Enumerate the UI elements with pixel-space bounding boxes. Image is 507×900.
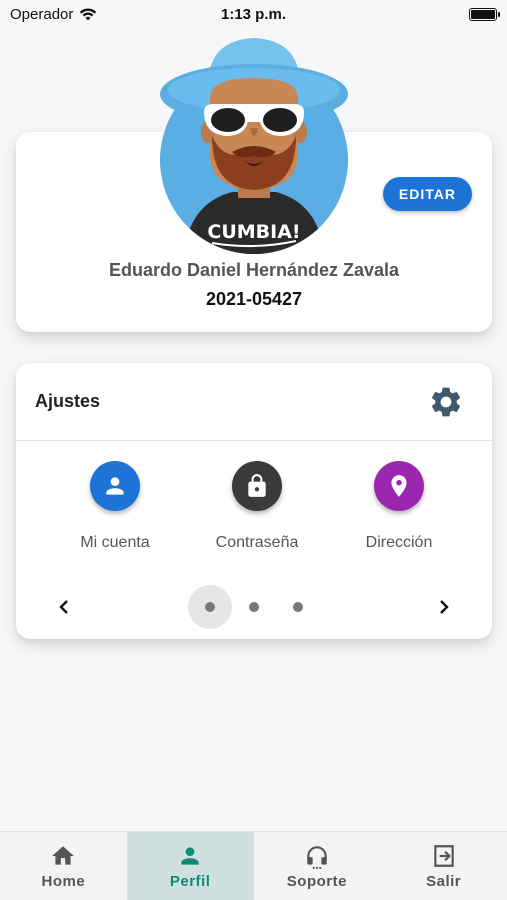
nav-home[interactable]: Home bbox=[0, 832, 127, 900]
pager-dot[interactable] bbox=[188, 585, 232, 629]
nav-label: Soporte bbox=[286, 872, 347, 890]
status-left: Operador bbox=[10, 6, 97, 23]
nav-label: Perfil bbox=[169, 872, 211, 890]
shirt-text: CUMBIA! bbox=[207, 221, 300, 243]
nav-soporte[interactable]: Soporte bbox=[254, 832, 381, 900]
carrier-label: Operador bbox=[10, 5, 74, 23]
headset-icon bbox=[307, 845, 327, 869]
pager-next-button[interactable] bbox=[434, 597, 454, 617]
logout-icon bbox=[433, 844, 454, 867]
settings-header: Ajustes bbox=[16, 363, 492, 441]
option-direccion[interactable]: Dirección bbox=[344, 461, 454, 552]
student-id: 2021-05427 bbox=[205, 289, 303, 309]
option-circle[interactable] bbox=[232, 461, 282, 511]
option-circle[interactable] bbox=[90, 461, 140, 511]
chevron-left-icon bbox=[59, 600, 68, 614]
location-pin-icon bbox=[391, 475, 407, 497]
profile-name: Eduardo Daniel Hernández Zavala bbox=[108, 260, 400, 280]
status-bar: Operador 1:13 p.m. bbox=[0, 0, 507, 28]
profile-avatar: CUMBIA! bbox=[160, 38, 348, 254]
settings-options: Mi cuenta Contraseña Dirección bbox=[16, 461, 492, 552]
options-pager bbox=[16, 585, 492, 629]
option-contrasena[interactable]: Contraseña bbox=[202, 461, 312, 552]
person-icon bbox=[181, 846, 199, 865]
settings-title: Ajustes bbox=[35, 391, 101, 411]
battery-icon bbox=[469, 7, 500, 21]
pager-dot[interactable] bbox=[276, 585, 320, 629]
chevron-right-icon bbox=[440, 600, 449, 614]
option-label: Dirección bbox=[365, 534, 433, 551]
lock-icon bbox=[248, 474, 266, 497]
pager-prev-button[interactable] bbox=[54, 597, 74, 617]
nav-label: Salir bbox=[426, 872, 462, 890]
nav-perfil[interactable]: Perfil bbox=[126, 832, 254, 900]
home-icon bbox=[52, 845, 75, 865]
settings-card: Ajustes Mi cuenta Contraseña Dirección bbox=[16, 363, 492, 639]
wifi-icon bbox=[80, 8, 97, 21]
option-circle[interactable] bbox=[374, 461, 424, 511]
option-mi-cuenta[interactable]: Mi cuenta bbox=[60, 461, 170, 552]
nav-salir[interactable]: Salir bbox=[380, 832, 507, 900]
person-icon bbox=[106, 477, 124, 495]
pager-dot[interactable] bbox=[232, 585, 276, 629]
bottom-nav: Home Perfil Soporte Salir bbox=[0, 831, 507, 900]
edit-profile-button[interactable]: EDITAR bbox=[382, 177, 472, 211]
nav-label: Home bbox=[41, 872, 86, 890]
option-label: Mi cuenta bbox=[80, 534, 150, 551]
gear-icon[interactable] bbox=[428, 384, 464, 420]
option-label: Contraseña bbox=[215, 534, 299, 551]
